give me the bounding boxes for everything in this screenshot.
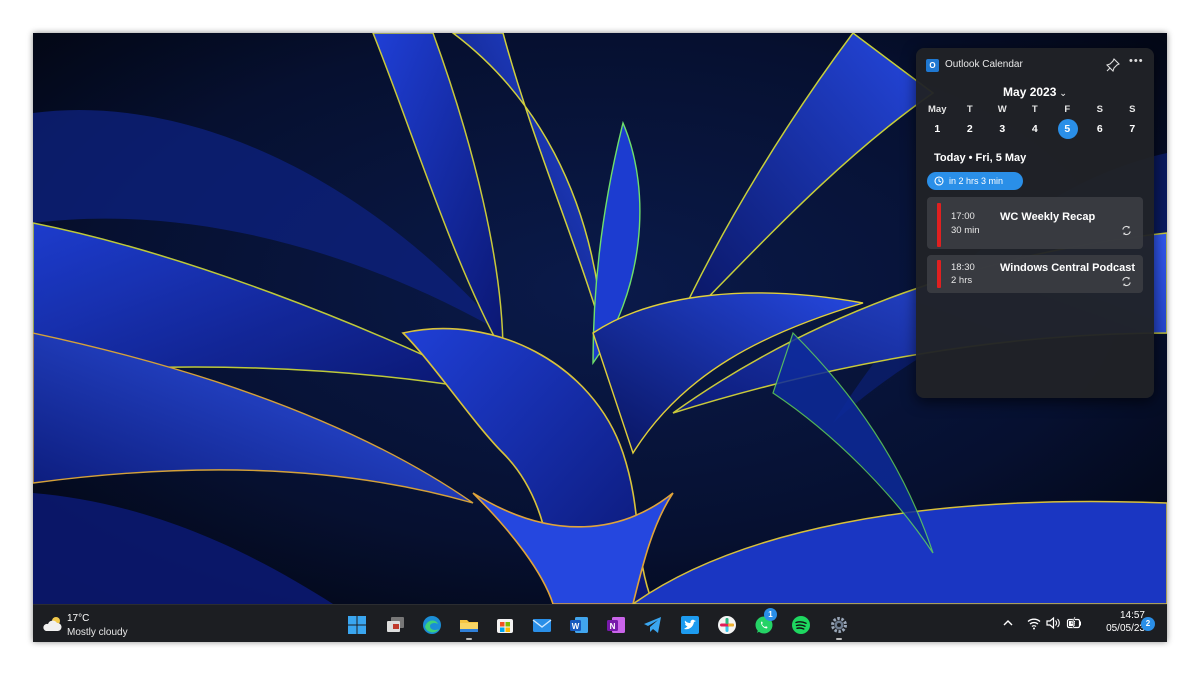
clock-date: 05/05/23 <box>1106 623 1145 634</box>
start-icon[interactable] <box>346 614 368 636</box>
whatsapp-icon[interactable]: 1 <box>753 608 777 636</box>
widget-title: Outlook Calendar <box>945 59 1023 70</box>
event-color-bar <box>937 203 941 247</box>
repeat-icon <box>1122 276 1131 287</box>
pin-icon[interactable] <box>1105 58 1120 73</box>
notification-center-badge[interactable]: 2 <box>1141 617 1155 631</box>
event-time: 18:30 <box>951 262 975 273</box>
weekday-label: T <box>1031 104 1038 115</box>
weather-condition: Mostly cloudy <box>67 627 128 638</box>
date-cell[interactable]: 4 <box>1019 119 1052 139</box>
outlook-logo-icon: O <box>926 59 939 72</box>
weekday-label: May <box>928 104 947 115</box>
battery-icon[interactable] <box>1066 615 1082 633</box>
month-label: May 2023 <box>1003 85 1057 99</box>
svg-text:N: N <box>610 622 616 631</box>
repeat-icon <box>1122 225 1131 236</box>
countdown-label: in 2 hrs 3 min <box>949 176 1004 186</box>
outlook-calendar-widget: O Outlook Calendar ••• May 2023 ⌄ May T W… <box>916 48 1154 398</box>
volume-icon[interactable] <box>1045 615 1061 633</box>
clock-time: 14:57 <box>1119 610 1145 621</box>
running-indicator <box>466 638 472 640</box>
event-time: 17:00 <box>951 211 975 222</box>
cloud-sun-icon <box>43 617 62 631</box>
twitter-icon[interactable] <box>679 614 701 636</box>
event-card[interactable]: 18:30 2 hrs Windows Central Podcast <box>927 255 1143 293</box>
event-title: WC Weekly Recap <box>1000 211 1096 223</box>
svg-text:W: W <box>572 622 580 631</box>
notification-badge: 1 <box>764 608 777 621</box>
weekday-label: S <box>1096 104 1103 115</box>
countdown-pill: in 2 hrs 3 min <box>927 172 1023 190</box>
weekday-header: May T W T F S S <box>921 104 1149 118</box>
more-options-button[interactable]: ••• <box>1129 55 1144 67</box>
event-color-bar <box>937 260 941 288</box>
date-cell[interactable]: 2 <box>954 119 987 139</box>
word-icon[interactable]: W <box>568 614 590 636</box>
event-duration: 2 hrs <box>951 275 973 286</box>
event-title: Windows Central Podcast <box>1000 262 1135 274</box>
date-cell[interactable]: 3 <box>986 119 1019 139</box>
weekday-label: T <box>966 104 973 115</box>
month-selector[interactable]: May 2023 ⌄ <box>916 85 1154 99</box>
date-cell[interactable]: 7 <box>1116 119 1149 139</box>
file-explorer-icon[interactable] <box>458 614 480 640</box>
widget-header: O Outlook Calendar ••• <box>926 55 1144 74</box>
date-cell[interactable]: 6 <box>1084 119 1117 139</box>
chevron-up-icon[interactable] <box>1000 615 1016 633</box>
date-cell[interactable]: 1 <box>921 119 954 139</box>
desktop-screen: O Outlook Calendar ••• May 2023 ⌄ May T W… <box>33 33 1167 642</box>
task-view-icon[interactable] <box>385 614 407 636</box>
date-cell-selected[interactable]: 5 <box>1051 119 1084 139</box>
weather-widget[interactable]: 17°C Mostly cloudy <box>41 611 161 639</box>
store-icon[interactable] <box>494 614 516 636</box>
event-duration: 30 min <box>951 225 980 236</box>
chevron-down-icon: ⌄ <box>1059 88 1067 98</box>
edge-icon[interactable] <box>421 614 443 636</box>
taskbar-clock[interactable]: 14:57 05/05/23 <box>1091 610 1145 634</box>
telegram-icon[interactable] <box>642 614 664 636</box>
clock-icon <box>934 176 944 186</box>
taskbar: 17°C Mostly cloudy W N 1 14:57 05/05/23 … <box>33 604 1167 642</box>
weekday-label: W <box>997 104 1007 115</box>
weekday-label: S <box>1129 104 1136 115</box>
wifi-icon[interactable] <box>1026 615 1042 633</box>
slack-icon[interactable] <box>716 614 738 636</box>
spotify-icon[interactable] <box>790 614 812 636</box>
event-card[interactable]: 17:00 30 min WC Weekly Recap <box>927 197 1143 249</box>
settings-icon[interactable] <box>828 614 850 640</box>
onenote-icon[interactable]: N <box>605 614 627 636</box>
weather-temperature: 17°C <box>67 613 90 624</box>
mail-icon[interactable] <box>531 614 553 636</box>
today-heading: Today • Fri, 5 May <box>934 152 1027 164</box>
running-indicator <box>836 638 842 640</box>
weekday-label: F <box>1064 104 1071 115</box>
date-row: 1 2 3 4 5 6 7 <box>921 119 1149 139</box>
